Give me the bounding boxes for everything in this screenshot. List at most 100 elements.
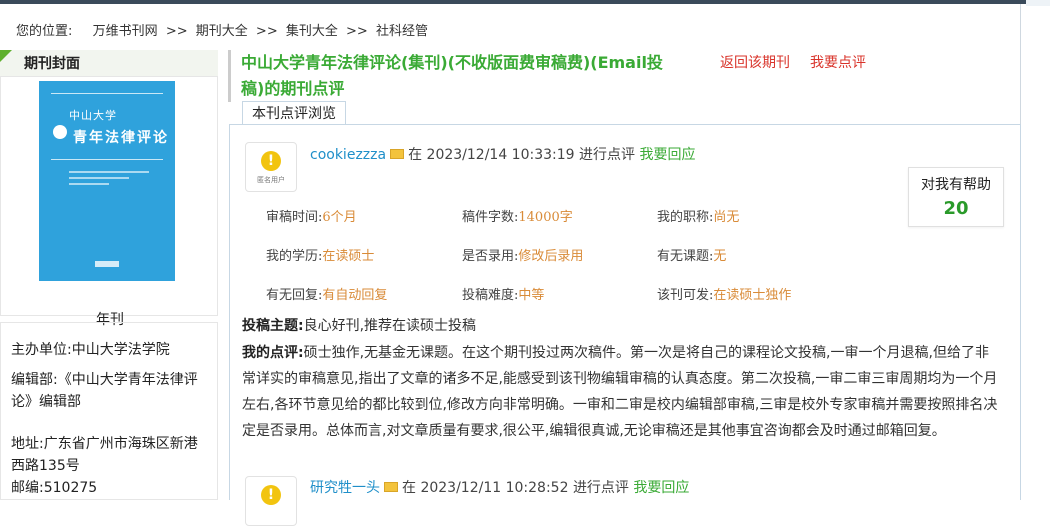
comment-line-4: 定是否录用。总体而言,对文章质量有要求,很公平,编辑很真诚,无论审稿还是其他事宜… bbox=[242, 423, 946, 439]
cover-title-2: 青年法律评论 bbox=[73, 130, 169, 146]
comment-line-1: 我的点评:硕士独作,无基金无课题。在这个期刊投过两次稿件。第一次是将自己的课程论… bbox=[242, 340, 1018, 366]
field-can-publish: 该刊可发:在读硕士独作 bbox=[657, 284, 791, 303]
cover-line bbox=[51, 93, 163, 94]
field-title: 我的职称:尚无 bbox=[657, 206, 739, 225]
review-header: 研究牲一头 在 2023/12/11 10:28:52 进行点评 我要回应 bbox=[310, 477, 689, 497]
field-label: 是否录用: bbox=[462, 249, 519, 264]
cover-text-line bbox=[69, 171, 149, 173]
field-label: 审稿时间: bbox=[266, 210, 323, 225]
field-value: 在读硕士独作 bbox=[713, 288, 792, 303]
anonymous-user-icon: ! bbox=[261, 485, 281, 505]
cover-line bbox=[51, 159, 163, 160]
page-title-line-2: 稿)的期刊点评 bbox=[241, 79, 345, 98]
sidebar: 期刊封面 中山大学 青年法律评论 年刊 主办单位:中山大学法学院 编辑部:《中山… bbox=[0, 46, 218, 500]
field-label: 该刊可发: bbox=[657, 288, 714, 303]
review-datetime: 2023/12/11 10:28:52 bbox=[420, 480, 569, 496]
reply-link[interactable]: 我要回应 bbox=[633, 480, 689, 496]
field-review-time: 审稿时间:6个月 bbox=[266, 206, 357, 225]
user-avatar: ! 匿名用户 bbox=[245, 142, 297, 192]
field-value: 尚无 bbox=[713, 210, 740, 225]
breadcrumb-category-link[interactable]: 社科经管 bbox=[376, 24, 428, 39]
review-action: 进行点评 bbox=[579, 147, 636, 163]
cover-text-line bbox=[69, 177, 129, 179]
editorial-label: 编辑部: bbox=[11, 372, 58, 388]
page-title: 中山大学青年法律评论(集刊)(不收版面费审稿费)(Email投 稿)的期刊点评 bbox=[228, 50, 721, 102]
reply-link[interactable]: 我要回应 bbox=[639, 147, 695, 163]
field-word-count: 稿件字数:14000字 bbox=[462, 206, 573, 225]
field-accepted: 是否录用:修改后录用 bbox=[462, 245, 583, 264]
helpful-label: 对我有帮助 bbox=[921, 177, 991, 193]
helpful-count: 20 bbox=[943, 198, 969, 219]
anonymous-user-icon: ! bbox=[261, 151, 281, 171]
cover-box: 中山大学 青年法律评论 年刊 bbox=[0, 76, 218, 328]
address-label: 地址: bbox=[11, 436, 44, 452]
review-in: 在 bbox=[402, 480, 416, 496]
subject-label: 投稿主题: bbox=[242, 318, 304, 334]
journal-cover-image[interactable]: 中山大学 青年法律评论 bbox=[39, 81, 175, 281]
postcode-label: 邮编: bbox=[11, 480, 44, 496]
field-reply: 有无回复:有自动回复 bbox=[266, 284, 387, 303]
field-education: 我的学历:在读硕士 bbox=[266, 245, 374, 264]
review-subject: 投稿主题:良心好刊,推荐在读硕士投稿 bbox=[242, 313, 1012, 339]
reviewer-name-link[interactable]: 研究牲一头 bbox=[310, 480, 380, 496]
user-avatar: ! bbox=[245, 476, 297, 526]
field-label: 我的职称: bbox=[657, 210, 714, 225]
subject-text: 良心好刊,推荐在读硕士投稿 bbox=[303, 318, 477, 334]
sidebar-header: 期刊封面 bbox=[0, 50, 218, 77]
field-project: 有无课题:无 bbox=[657, 245, 726, 264]
comment-line-2: 常详实的审稿意见,指出了文章的诸多不足,能感受到该刊物编辑审稿的认真态度。第二次… bbox=[242, 371, 998, 387]
sponsor-value: 中山大学法学院 bbox=[71, 342, 170, 358]
corner-marker bbox=[0, 50, 12, 62]
sponsor-label: 主办单位: bbox=[11, 342, 72, 358]
breadcrumb-prefix: 您的位置: bbox=[16, 24, 73, 39]
sponsor-row: 主办单位:中山大学法学院 bbox=[11, 339, 211, 361]
comment-text: 硕士独作,无基金无课题。在这个期刊投过两次稿件。第一次是将自己的课程论文投稿,一… bbox=[303, 345, 989, 361]
avatar-label: 匿名用户 bbox=[257, 176, 285, 184]
comment-line-3: 左右,各环节意见给的都比较到位,修改方向非常明确。一审和二审是校内编辑部审稿,三… bbox=[242, 397, 998, 413]
field-value: 有自动回复 bbox=[322, 288, 388, 303]
comment-label: 我的点评: bbox=[242, 345, 304, 361]
breadcrumb: 您的位置: 万维书刊网 >> 期刊大全 >> 集刊大全 >> 社科经管 bbox=[16, 20, 428, 44]
cover-text-line bbox=[69, 183, 109, 185]
cover-title-1: 中山大学 bbox=[69, 109, 117, 122]
mail-icon[interactable] bbox=[390, 149, 405, 159]
mail-icon[interactable] bbox=[384, 482, 398, 492]
cover-publisher-logo bbox=[95, 261, 119, 267]
breadcrumb-separator: >> bbox=[165, 24, 188, 39]
tab-review-browse[interactable]: 本刊点评浏览 bbox=[242, 101, 346, 126]
journal-info-box: 主办单位:中山大学法学院 编辑部:《中山大学青年法律评论》编辑部 地址:广东省广… bbox=[0, 322, 218, 500]
breadcrumb-home-link[interactable]: 万维书刊网 bbox=[93, 24, 158, 39]
address-row: 地址:广东省广州市海珠区新港西路135号 bbox=[11, 433, 211, 477]
field-value: 14000字 bbox=[518, 210, 573, 225]
field-value: 修改后录用 bbox=[518, 249, 584, 264]
postcode-value: 510275 bbox=[43, 480, 98, 496]
breadcrumb-separator: >> bbox=[346, 24, 368, 39]
review-comment: 我的点评:硕士独作,无基金无课题。在这个期刊投过两次稿件。第一次是将自己的课程论… bbox=[242, 340, 1018, 444]
reviewer-name-link[interactable]: cookiezzza bbox=[310, 147, 386, 163]
cover-emblem bbox=[53, 125, 67, 139]
top-bar bbox=[0, 0, 1026, 4]
field-value: 6个月 bbox=[322, 210, 357, 225]
field-label: 稿件字数: bbox=[462, 210, 519, 225]
breadcrumb-collections-link[interactable]: 集刊大全 bbox=[286, 24, 338, 39]
review-action: 进行点评 bbox=[572, 480, 629, 496]
write-review-link[interactable]: 我要点评 bbox=[810, 52, 866, 72]
helpful-button[interactable]: 对我有帮助 20 bbox=[908, 167, 1004, 227]
field-label: 投稿难度: bbox=[462, 288, 519, 303]
field-label: 有无回复: bbox=[266, 288, 323, 303]
field-value: 无 bbox=[713, 249, 727, 264]
breadcrumb-journals-link[interactable]: 期刊大全 bbox=[196, 24, 248, 39]
breadcrumb-separator: >> bbox=[255, 24, 278, 39]
sidebar-title: 期刊封面 bbox=[24, 56, 80, 72]
field-value: 在读硕士 bbox=[322, 249, 375, 264]
field-label: 有无课题: bbox=[657, 249, 714, 264]
review-in: 在 bbox=[408, 147, 423, 163]
field-value: 中等 bbox=[518, 288, 545, 303]
top-bar-edge bbox=[1026, 0, 1050, 6]
review-datetime: 2023/12/14 10:33:19 bbox=[426, 147, 575, 163]
postcode-row: 邮编:510275 bbox=[11, 477, 211, 499]
page-title-line-1: 中山大学青年法律评论(集刊)(不收版面费审稿费)(Email投 bbox=[241, 53, 663, 72]
return-to-journal-link[interactable]: 返回该期刊 bbox=[720, 52, 790, 72]
review-header: cookiezzza 在 2023/12/14 10:33:19 进行点评 我要回… bbox=[310, 144, 695, 164]
editorial-row: 编辑部:《中山大学青年法律评论》编辑部 bbox=[11, 369, 211, 413]
